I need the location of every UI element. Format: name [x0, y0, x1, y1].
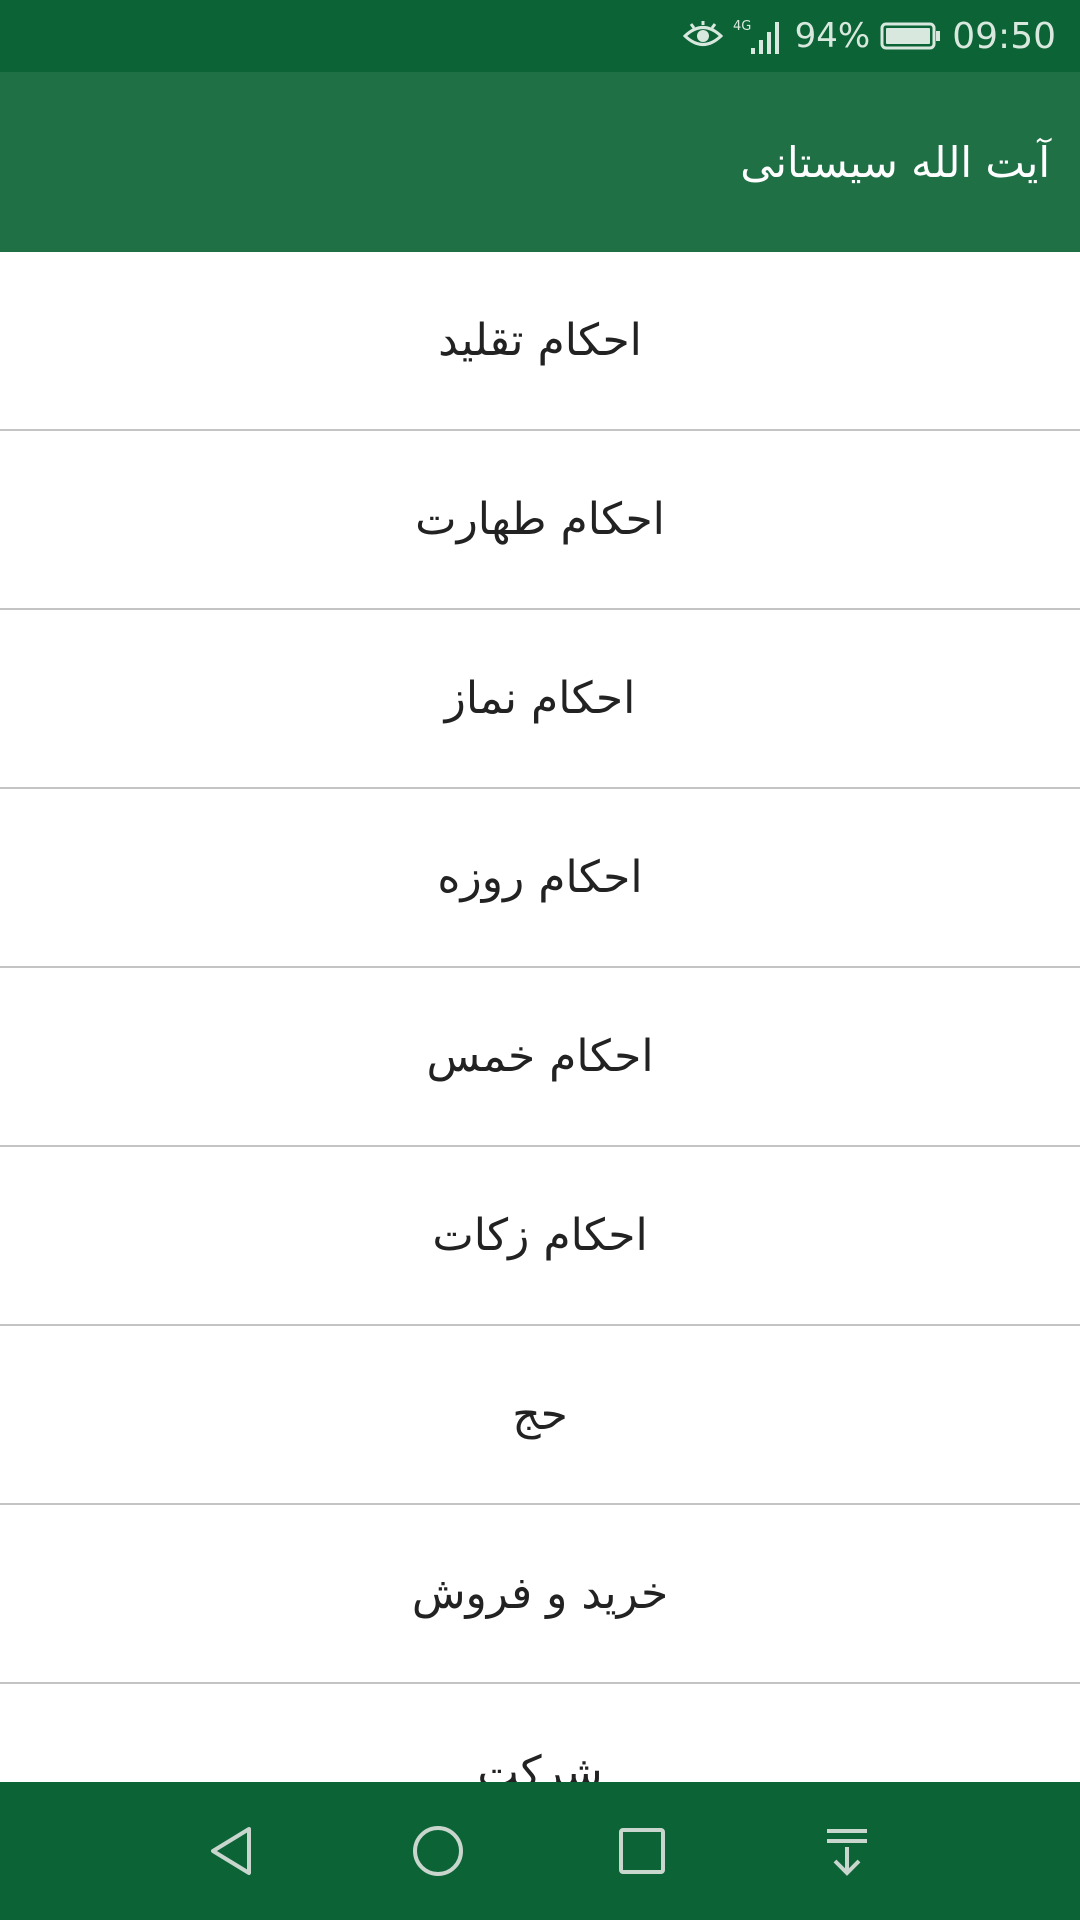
notification-pull-button[interactable] [812, 1816, 882, 1886]
battery-percent: 94% [794, 16, 871, 56]
status-time: 09:50 [952, 15, 1056, 57]
eye-comfort-icon [682, 21, 723, 51]
screen: 4G 94% 09:50 آیت الله سیستانی احکام تقلی… [0, 0, 1080, 1920]
list-item[interactable]: احکام خمس [0, 968, 1080, 1147]
app-title: آیت الله سیستانی [740, 137, 1050, 187]
list-item[interactable]: احکام تقلید [0, 252, 1080, 431]
list-item[interactable]: احکام نماز [0, 610, 1080, 789]
notification-pull-icon [827, 1829, 867, 1876]
network-type-label: 4G [733, 19, 751, 34]
back-button[interactable] [198, 1816, 268, 1886]
navigation-bar [0, 1782, 1080, 1920]
status-bar: 4G 94% 09:50 [0, 0, 1080, 72]
list-item[interactable]: احکام روزه [0, 789, 1080, 968]
home-icon [413, 1826, 463, 1876]
list-item[interactable]: شرکت [0, 1684, 1080, 1782]
home-button[interactable] [403, 1816, 473, 1886]
back-icon [211, 1827, 251, 1875]
list-item[interactable]: حج [0, 1326, 1080, 1505]
list-item[interactable]: احکام زکات [0, 1147, 1080, 1326]
app-bar: آیت الله سیستانی [0, 72, 1080, 252]
list-item[interactable]: خرید و فروش [0, 1505, 1080, 1684]
battery-icon [880, 21, 942, 51]
list-item[interactable]: احکام طهارت [0, 431, 1080, 610]
signal-icon: 4G [733, 16, 785, 56]
topic-list: احکام تقلید احکام طهارت احکام نماز احکام… [0, 252, 1080, 1782]
recents-button[interactable] [607, 1816, 677, 1886]
recents-icon [619, 1828, 665, 1874]
